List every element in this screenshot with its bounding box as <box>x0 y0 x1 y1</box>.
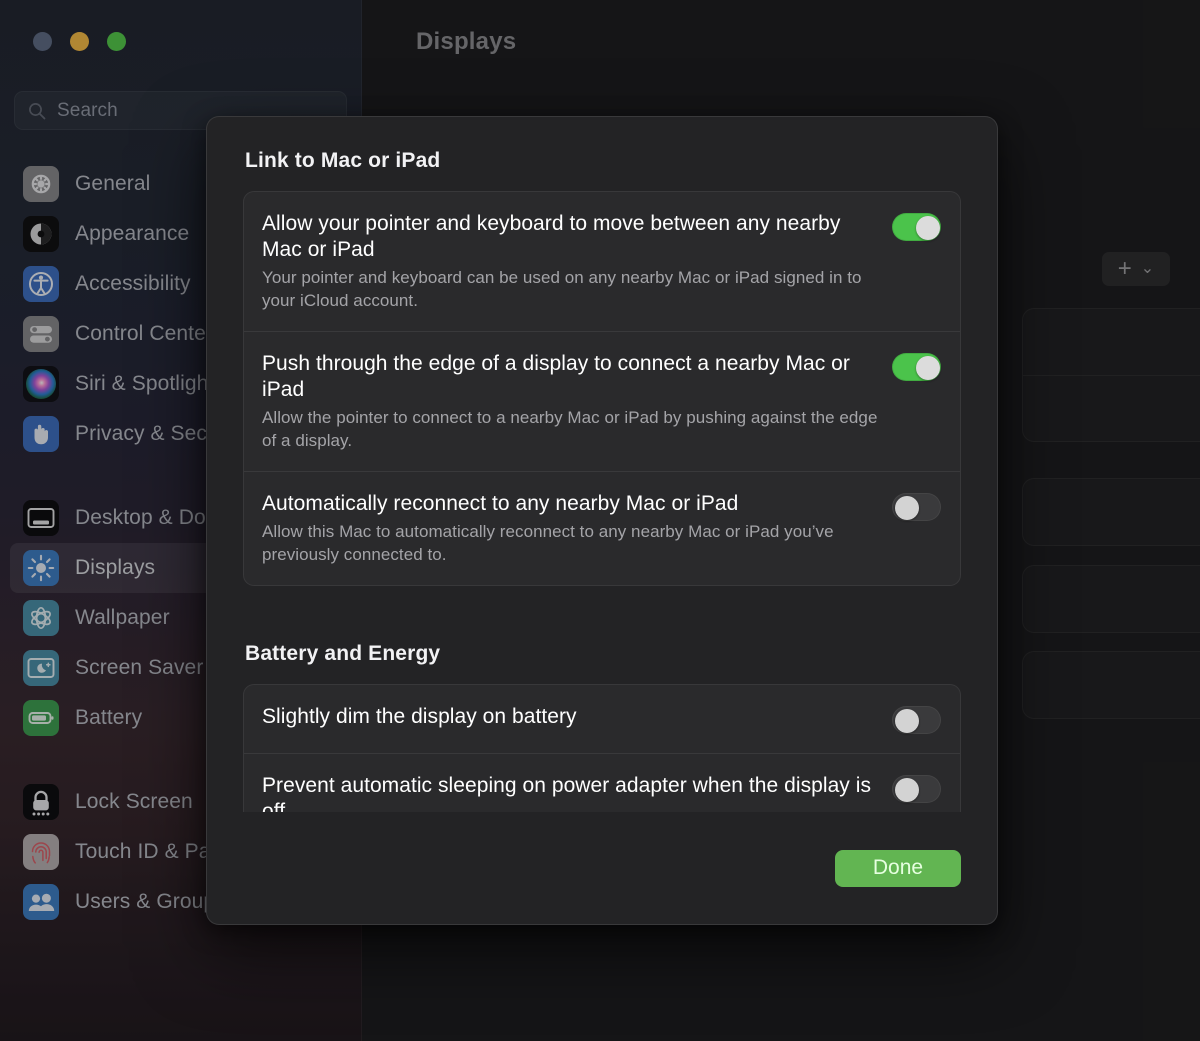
toggle-knob <box>895 496 919 520</box>
screen: Search General Appearance Accessibility Con… <box>0 0 1200 1041</box>
done-button[interactable]: Done <box>835 849 961 887</box>
settings-row-title: Push through the edge of a display to co… <box>262 352 850 401</box>
settings-row-text: Push through the edge of a display to co… <box>262 351 878 452</box>
settings-row-subtitle: Allow the pointer to connect to a nearby… <box>262 408 878 450</box>
sheet-footer: Done <box>207 812 997 924</box>
toggle-switch[interactable] <box>892 706 941 734</box>
toggle-knob <box>916 216 940 240</box>
toggle-knob <box>895 778 919 802</box>
settings-row-text: Prevent automatic sleeping on power adap… <box>262 773 878 812</box>
settings-row-text: Slightly dim the display on battery <box>262 704 878 730</box>
toggle-knob <box>895 709 919 733</box>
settings-row-title: Prevent automatic sleeping on power adap… <box>262 774 872 812</box>
settings-row-subtitle: Your pointer and keyboard can be used on… <box>262 268 862 310</box>
settings-row-title: Slightly dim the display on battery <box>262 705 577 728</box>
settings-row: Slightly dim the display on battery <box>244 685 960 753</box>
settings-row: Allow your pointer and keyboard to move … <box>244 192 960 331</box>
toggle-switch[interactable] <box>892 775 941 803</box>
toggle-switch[interactable] <box>892 213 941 241</box>
settings-row-subtitle: Allow this Mac to automatically reconnec… <box>262 522 834 564</box>
settings-row: Prevent automatic sleeping on power adap… <box>244 753 960 812</box>
sheet-scroll-area[interactable]: Link to Mac or iPad Allow your pointer an… <box>207 117 997 812</box>
settings-row-text: Automatically reconnect to any nearby Ma… <box>262 491 878 566</box>
settings-card: Slightly dim the display on battery Preve… <box>243 684 961 812</box>
toggle-switch[interactable] <box>892 353 941 381</box>
settings-row: Automatically reconnect to any nearby Ma… <box>244 471 960 585</box>
section-title: Link to Mac or iPad <box>245 149 441 172</box>
settings-row: Push through the edge of a display to co… <box>244 331 960 471</box>
settings-row-title: Allow your pointer and keyboard to move … <box>262 212 841 261</box>
settings-card: Allow your pointer and keyboard to move … <box>243 191 961 586</box>
settings-row-text: Allow your pointer and keyboard to move … <box>262 211 878 312</box>
settings-row-title: Automatically reconnect to any nearby Ma… <box>262 492 739 515</box>
section-title: Battery and Energy <box>245 642 441 665</box>
toggle-switch[interactable] <box>892 493 941 521</box>
toggle-knob <box>916 356 940 380</box>
displays-options-sheet: Link to Mac or iPad Allow your pointer an… <box>206 116 998 925</box>
